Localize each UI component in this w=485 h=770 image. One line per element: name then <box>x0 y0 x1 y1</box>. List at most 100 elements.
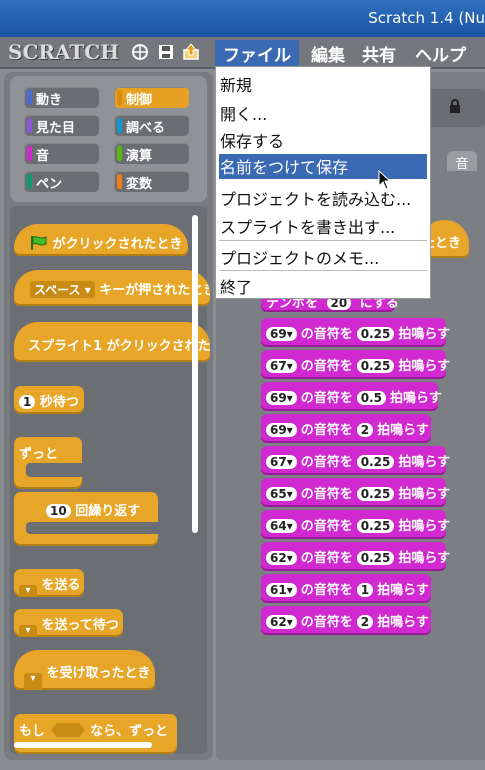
category-looks[interactable]: 見た目 <box>24 115 99 136</box>
block-text: 拍鳴らす <box>377 583 429 598</box>
block-text: の音符を <box>300 487 353 502</box>
when-sprite-clicked-block[interactable]: スプライト1 がクリックされたとき <box>14 322 210 362</box>
window-title: Scratch 1.4 (Nu <box>368 9 485 27</box>
beats-input[interactable]: 2 <box>356 615 374 629</box>
category-label: 音 <box>36 149 50 164</box>
category-sensing[interactable]: 調べる <box>114 115 189 136</box>
block-text: の音符を <box>300 327 353 342</box>
play-note-block[interactable]: 69▾ の音符を 0.25 拍鳴らす <box>261 318 450 347</box>
tab-sounds[interactable]: 音 <box>447 151 477 172</box>
block-text: の音符を <box>300 615 353 630</box>
block-text: 拍鳴らす <box>377 615 429 630</box>
share-upload-icon[interactable] <box>182 43 200 61</box>
category-control[interactable]: 制御 <box>114 87 189 108</box>
lock-icon[interactable] <box>449 99 461 113</box>
key-select[interactable]: スペース ▾ <box>30 281 95 298</box>
beats-input[interactable]: 0.5 <box>356 391 387 405</box>
menu-item-open[interactable]: 開く... <box>220 101 267 125</box>
key-select-value: スペース <box>34 283 81 297</box>
menu-item-project-notes[interactable]: プロジェクトのメモ... <box>220 245 379 269</box>
block-text: の音符を <box>300 551 353 566</box>
menu-item-save[interactable]: 保存する <box>220 128 284 152</box>
repeat-count-input[interactable]: 10 <box>46 504 71 518</box>
note-input[interactable]: 62▾ <box>266 615 297 629</box>
beats-input[interactable]: 0.25 <box>356 455 395 469</box>
category-pen[interactable]: ペン <box>24 171 99 192</box>
block-text: 拍鳴らす <box>398 487 451 502</box>
menu-item-quit[interactable]: 終了 <box>220 274 252 298</box>
note-input[interactable]: 65▾ <box>266 487 297 501</box>
menu-item-export-sprite[interactable]: スプライトを書き出す... <box>220 214 395 238</box>
play-note-block[interactable]: 69▾ の音符を 2 拍鳴らす <box>261 414 431 443</box>
category-sound[interactable]: 音 <box>24 143 99 164</box>
play-note-block[interactable]: 69▾ の音符を 0.5 拍鳴らす <box>261 382 442 411</box>
note-input[interactable]: 69▾ <box>266 423 297 437</box>
play-note-block[interactable]: 67▾ の音符を 0.25 拍鳴らす <box>261 446 450 475</box>
category-motion[interactable]: 動き <box>24 87 99 108</box>
play-note-block[interactable]: 65▾ の音符を 0.25 拍鳴らす <box>261 478 450 507</box>
beats-input[interactable]: 0.25 <box>356 519 395 533</box>
play-note-block[interactable]: 67▾ の音符を 0.25 拍鳴らす <box>261 350 450 379</box>
category-variables[interactable]: 変数 <box>114 171 189 192</box>
menu-edit[interactable]: 編集 <box>303 40 353 66</box>
when-key-pressed-block[interactable]: スペース ▾ キーが押されたとき <box>14 270 210 306</box>
beats-input[interactable]: 0.25 <box>356 327 395 341</box>
beats-input[interactable]: 0.25 <box>356 551 395 565</box>
block-text: ずっと <box>19 447 59 462</box>
block-text: の音符を <box>300 583 353 598</box>
category-label: 演算 <box>126 149 153 164</box>
block-text: なら、ずっと <box>90 724 169 739</box>
wait-seconds-input[interactable]: 1 <box>19 395 36 409</box>
category-label: 見た目 <box>36 121 76 136</box>
category-operators[interactable]: 演算 <box>114 143 189 164</box>
note-input[interactable]: 67▾ <box>266 359 297 373</box>
forever-block[interactable]: ずっと <box>14 437 82 489</box>
note-input[interactable]: 61▾ <box>266 583 297 597</box>
block-text: 秒待つ <box>39 395 79 410</box>
block-text: 拍鳴らす <box>398 359 451 374</box>
play-note-block[interactable]: 62▾ の音符を 2 拍鳴らす <box>261 606 431 635</box>
message-select[interactable]: ▾ <box>19 585 37 597</box>
play-note-block[interactable]: 61▾ の音符を 1 拍鳴らす <box>261 574 431 603</box>
beats-input[interactable]: 0.25 <box>356 359 395 373</box>
category-label: 変数 <box>126 177 153 192</box>
broadcast-and-wait-block[interactable]: ▾ を送って待つ <box>14 609 123 637</box>
broadcast-block[interactable]: ▾ を送る <box>14 569 84 597</box>
note-input[interactable]: 62▾ <box>266 551 297 565</box>
message-select[interactable]: ▾ <box>24 673 42 690</box>
category-label: 制御 <box>126 93 153 108</box>
forever-if-block[interactable]: もし なら、ずっと <box>14 714 177 754</box>
menu-help[interactable]: ヘルプ <box>407 40 474 66</box>
block-text: の音符を <box>300 423 353 438</box>
condition-slot[interactable] <box>50 722 86 738</box>
menu-item-new[interactable]: 新規 <box>220 72 252 96</box>
message-select[interactable]: ▾ <box>19 625 37 637</box>
menu-item-save-as[interactable]: 名前をつけて保存 <box>219 154 427 179</box>
scratch-logo: SCRATCH <box>8 40 120 64</box>
beats-input[interactable]: 2 <box>356 423 374 437</box>
save-disk-icon[interactable] <box>157 43 175 61</box>
note-input[interactable]: 69▾ <box>266 391 297 405</box>
beats-input[interactable]: 0.25 <box>356 487 395 501</box>
when-flag-clicked-block[interactable]: がクリックされたとき <box>14 224 188 256</box>
note-input[interactable]: 64▾ <box>266 519 297 533</box>
when-i-receive-block[interactable]: ▾ を受け取ったとき <box>14 650 155 690</box>
globe-language-icon[interactable] <box>131 43 149 61</box>
menu-file[interactable]: ファイル <box>215 40 299 66</box>
block-text: 回繰り返す <box>75 504 141 519</box>
note-input[interactable]: 67▾ <box>266 455 297 469</box>
play-note-block[interactable]: 62▾ の音符を 0.25 拍鳴らす <box>261 542 450 571</box>
palette-horizontal-scrollbar[interactable] <box>14 742 152 748</box>
wait-seconds-block[interactable]: 1 秒待つ <box>14 386 84 414</box>
note-input[interactable]: 69▾ <box>266 327 297 341</box>
menu-share[interactable]: 共有 <box>354 40 404 66</box>
beats-input[interactable]: 1 <box>356 583 374 597</box>
block-text: 拍鳴らす <box>398 519 451 534</box>
palette-vertical-scrollbar[interactable] <box>192 215 198 533</box>
repeat-block[interactable]: 10 回繰り返す <box>14 492 158 546</box>
category-label: 動き <box>36 93 63 108</box>
play-note-block[interactable]: 64▾ の音符を 0.25 拍鳴らす <box>261 510 450 539</box>
block-text: 拍鳴らす <box>390 391 442 406</box>
block-text: を送って待つ <box>41 618 119 633</box>
block-text: 拍鳴らす <box>398 327 451 342</box>
